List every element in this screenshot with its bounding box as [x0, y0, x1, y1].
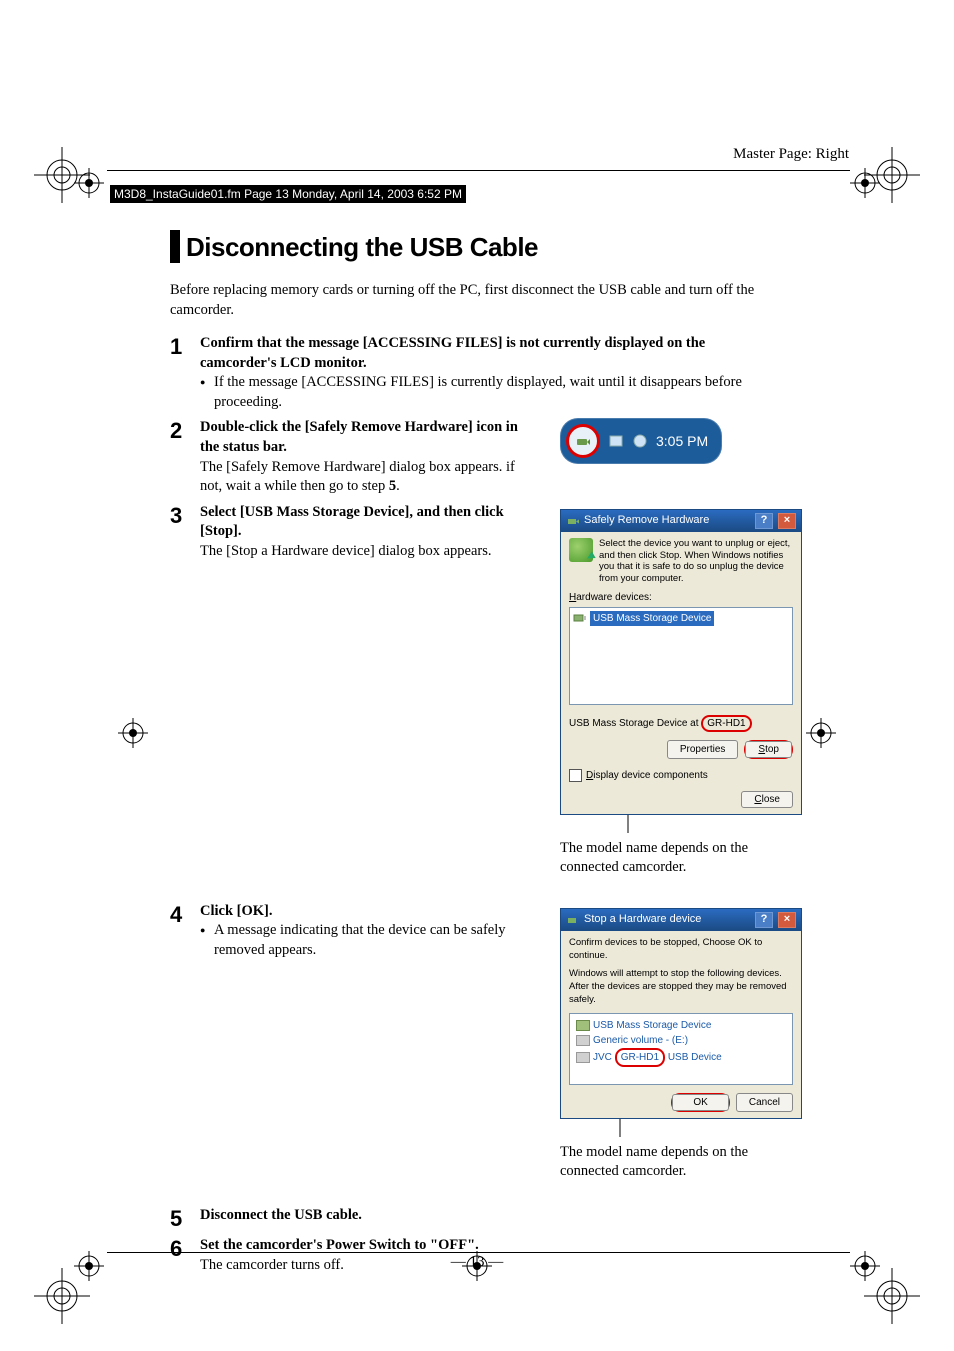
- dialog-desc: Select the device you want to unplug or …: [599, 538, 793, 586]
- intro-text: Before replacing memory cards or turning…: [170, 281, 780, 320]
- help-button[interactable]: ?: [755, 513, 773, 529]
- step-2-heading: Double-click the [Safely Remove Hardware…: [200, 418, 540, 457]
- stop-button-highlight: Stop: [744, 740, 793, 759]
- close-button[interactable]: ×: [778, 912, 796, 928]
- properties-button[interactable]: Properties: [667, 740, 739, 759]
- dialog2-caption: The model name depends on the connected …: [560, 1143, 802, 1182]
- step-4: 4 Click [OK]. A message indicating that …: [170, 902, 780, 1182]
- stop-button[interactable]: Stop: [745, 741, 792, 758]
- step-number: 2: [170, 418, 200, 442]
- reg-mark-tr-inner: [850, 168, 880, 198]
- step-2-body: The [Safely Remove Hardware] dialog box …: [200, 458, 540, 497]
- dialog-titlebar: Safely Remove Hardware ? ×: [561, 510, 801, 532]
- footer-rule: [107, 1252, 850, 1253]
- step-number: 3: [170, 503, 200, 527]
- step-5: 5 Disconnect the USB cable.: [170, 1206, 780, 1230]
- step-3-heading: Select [USB Mass Storage Device], and th…: [200, 503, 540, 542]
- display-components-checkbox[interactable]: [569, 769, 582, 782]
- dialog-title-text: Stop a Hardware device: [584, 912, 701, 927]
- dialog-titlebar: Stop a Hardware device ? ×: [561, 909, 801, 931]
- device-location-text: USB Mass Storage Device at GR-HD1: [569, 715, 793, 733]
- header-rule: [107, 170, 850, 171]
- step-5-heading: Disconnect the USB cable.: [200, 1206, 780, 1226]
- tray-icon: [608, 433, 624, 449]
- model-highlight: GR-HD1: [701, 715, 751, 733]
- dialog2-desc1: Confirm devices to be stopped, Choose OK…: [569, 937, 793, 963]
- dialog-title-text: Safely Remove Hardware: [584, 513, 709, 528]
- systray-screenshot: 3:05 PM: [560, 418, 722, 464]
- reg-mark-mid-left: [118, 718, 148, 748]
- callout-line: [560, 815, 800, 833]
- dialog1-caption: The model name depends on the connected …: [560, 839, 802, 878]
- page-number: — 13 —: [0, 1254, 954, 1271]
- reg-mark-tl-inner: [74, 168, 104, 198]
- stop-hardware-dialog: Stop a Hardware device ? × Confirm devic…: [560, 908, 802, 1119]
- step-number: 4: [170, 902, 200, 926]
- cancel-button[interactable]: Cancel: [736, 1093, 793, 1112]
- section-title: Disconnecting the USB Cable: [186, 230, 538, 263]
- step-3-body: The [Stop a Hardware device] dialog box …: [200, 542, 540, 562]
- volume-icon: [576, 1035, 590, 1046]
- help-button[interactable]: ?: [755, 912, 773, 928]
- model-highlight-2: GR-HD1: [615, 1048, 665, 1067]
- dialog-header-icon: [569, 538, 593, 562]
- list-item-selected: USB Mass Storage Device: [590, 611, 714, 627]
- step-1-heading: Confirm that the message [ACCESSING FILE…: [200, 334, 780, 373]
- step-1-bullet: If the message [ACCESSING FILES] is curr…: [200, 373, 780, 412]
- master-page-label: Master Page: Right: [733, 146, 849, 163]
- section-title-bar: [170, 230, 180, 263]
- dialog2-item3: JVC GR-HD1 USB Device: [593, 1048, 722, 1067]
- ok-button[interactable]: OK: [672, 1094, 728, 1111]
- dialog-icon: [566, 913, 580, 927]
- step-1: 1 Confirm that the message [ACCESSING FI…: [170, 334, 780, 412]
- section-title-block: Disconnecting the USB Cable: [170, 230, 780, 263]
- callout-line: [560, 1119, 800, 1137]
- dialog2-desc2: Windows will attempt to stop the followi…: [569, 968, 793, 1006]
- close-dialog-button[interactable]: Close: [741, 791, 793, 808]
- header-filename: M3D8_InstaGuide01.fm Page 13 Monday, Apr…: [110, 185, 466, 203]
- close-button[interactable]: ×: [778, 513, 796, 529]
- stop-device-list[interactable]: USB Mass Storage Device Generic volume -…: [569, 1013, 793, 1085]
- usb-device-icon: [576, 1020, 590, 1031]
- step-4-heading: Click [OK].: [200, 902, 540, 922]
- hardware-devices-label: HHardware devices:ardware devices:: [569, 591, 793, 605]
- safely-remove-icon: [566, 424, 600, 458]
- step-3: 3 Select [USB Mass Storage Device], and …: [170, 503, 780, 878]
- step-number: 1: [170, 334, 200, 358]
- display-components-label: Display device components: [586, 769, 708, 783]
- step-number: 5: [170, 1206, 200, 1230]
- step-4-bullet: A message indicating that the device can…: [200, 921, 540, 960]
- ok-button-highlight: OK: [671, 1093, 729, 1112]
- systray-time: 3:05 PM: [656, 432, 708, 451]
- hardware-list[interactable]: USB Mass Storage Device: [569, 607, 793, 705]
- reg-mark-mid-right: [806, 718, 836, 748]
- device-icon: [576, 1052, 590, 1063]
- dialog-icon: [566, 514, 580, 528]
- step-2: 2 Double-click the [Safely Remove Hardwa…: [170, 418, 780, 496]
- tray-icon: [632, 433, 648, 449]
- usb-device-icon: [573, 612, 587, 624]
- safely-remove-dialog: Safely Remove Hardware ? × Select the de…: [560, 509, 802, 815]
